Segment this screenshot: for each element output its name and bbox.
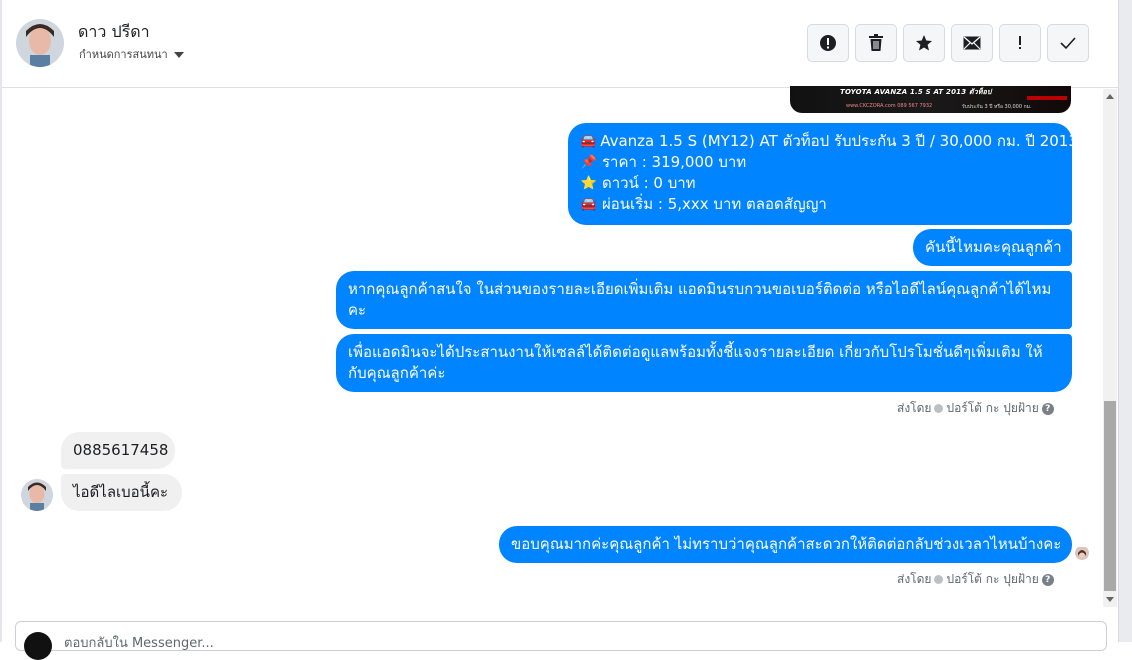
star-button[interactable]: [903, 24, 945, 62]
car-image-caption: TOYOTA AVANZA 1.5 S AT 2013 ตัวท็อป: [840, 88, 992, 96]
sent-by-label: ส่งโดย ปอร์โต้ กะ ปุยฝ้าย ?: [897, 570, 1054, 589]
car-image-website: www.CKCZORA.com 089 567 7932: [846, 103, 933, 109]
star-emoji-icon: ⭐: [580, 176, 598, 191]
mark-done-button[interactable]: [1047, 24, 1089, 62]
assign-conversation-dropdown[interactable]: กำหนดการสนทนา: [79, 45, 184, 63]
car-offer-line: 📌 ราคา : 319,000 บาท: [580, 152, 1060, 173]
car-icon: 🚘: [580, 134, 597, 149]
verified-dot-icon: [934, 575, 944, 584]
car-image-warranty: รับประกัน 3 ปี หรือ 30,000 กม.: [962, 104, 1032, 110]
reply-composer[interactable]: ตอบกลับใน Messenger...: [15, 621, 1107, 660]
car-offer-line: 🚘 ผ่อนเริ่ม : 5,xxx บาท ตลอดสัญญา: [580, 194, 1060, 215]
exclamation-circle-icon: [820, 35, 836, 51]
sent-by-agent: ปอร์โต้ กะ ปุยฝ้าย: [946, 572, 1039, 586]
scroll-down-arrow-icon[interactable]: [1106, 597, 1114, 602]
trash-icon: [869, 34, 883, 51]
delete-button[interactable]: [855, 24, 897, 62]
message-thanks[interactable]: ขอบคุณมากค่ะคุณลูกค้า ไม่ทราบว่าคุณลูกค้…: [499, 526, 1072, 563]
window-right-gutter: [1118, 0, 1132, 642]
reply-input[interactable]: ตอบกลับใน Messenger...: [64, 632, 214, 653]
scroll-up-arrow-icon[interactable]: [1106, 94, 1114, 99]
car-offer-installment: ผ่อนเริ่ม : 5,xxx บาท ตลอดสัญญา: [602, 195, 827, 213]
page-logo-icon: [24, 632, 52, 660]
star-icon: [916, 35, 932, 51]
verified-dot-icon: [934, 404, 944, 413]
envelope-icon: [963, 36, 981, 50]
assign-label: กำหนดการสนทนา: [79, 48, 168, 61]
contact-name: ดาว ปรีดา: [78, 22, 150, 41]
read-receipt-avatar: [1075, 546, 1089, 560]
sent-by-text: ส่งโดย: [897, 401, 932, 415]
help-icon[interactable]: ?: [1041, 402, 1054, 415]
contact-avatar[interactable]: [16, 19, 64, 67]
message-scrollbar[interactable]: [1103, 89, 1117, 607]
checkmark-icon: [1060, 37, 1076, 50]
sent-by-agent: ปอร์โต้ กะ ปุยฝ้าย: [946, 401, 1039, 415]
window-left-edge: [0, 0, 2, 642]
caret-down-icon: [173, 51, 184, 58]
car-image-attachment[interactable]: TOYOTA AVANZA 1.5 S AT 2013 ตัวท็อป www.…: [790, 86, 1071, 113]
customer-avatar[interactable]: [21, 479, 53, 511]
help-icon[interactable]: ?: [1041, 573, 1054, 586]
car-offer-price: ราคา : 319,000 บาท: [602, 153, 747, 171]
conversation-toolbar: [807, 24, 1089, 62]
car-image-accent: [1027, 96, 1067, 100]
pin-icon: 📌: [580, 155, 598, 170]
car-offer-line: 🚘 Avanza 1.5 S (MY12) AT ตัวท็อป รับประกั…: [580, 131, 1078, 152]
sent-by-text: ส่งโดย: [897, 572, 932, 586]
message-customer-line[interactable]: ไอดีไลเบอนี้คะ: [61, 474, 182, 511]
conversation-header: ดาว ปรีดา กำหนดการสนทนา: [2, 0, 1118, 88]
message-customer-phone[interactable]: 0885617458: [61, 432, 175, 469]
scrollbar-thumb[interactable]: [1104, 401, 1116, 591]
message-request-contact[interactable]: หากคุณลูกค้าสนใจ ในส่วนของรายละเอียดเพิ่…: [336, 271, 1072, 329]
mark-spam-button[interactable]: [807, 24, 849, 62]
car-offer-down-payment: ดาวน์ : 0 บาท: [602, 174, 696, 192]
message-coordinate[interactable]: เพื่อแอดมินจะได้ประสานงานให้เซลล์ได้ติดต…: [336, 334, 1072, 392]
message-car-offer[interactable]: 🚘 Avanza 1.5 S (MY12) AT ตัวท็อป รับประกั…: [568, 123, 1078, 225]
car-offer-line: ⭐ ดาวน์ : 0 บาท: [580, 173, 1060, 194]
exclamation-icon: [1019, 36, 1021, 49]
mark-unread-button[interactable]: [951, 24, 993, 62]
sent-by-label: ส่งโดย ปอร์โต้ กะ ปุยฝ้าย ?: [897, 399, 1054, 418]
car-icon: 🚘: [580, 197, 598, 212]
car-offer-model: Avanza 1.5 S (MY12) AT ตัวท็อป รับประกัน…: [600, 132, 1078, 150]
follow-up-button[interactable]: [999, 24, 1041, 62]
message-question[interactable]: คันนี้ไหมคะคุณลูกค้า: [913, 229, 1072, 266]
